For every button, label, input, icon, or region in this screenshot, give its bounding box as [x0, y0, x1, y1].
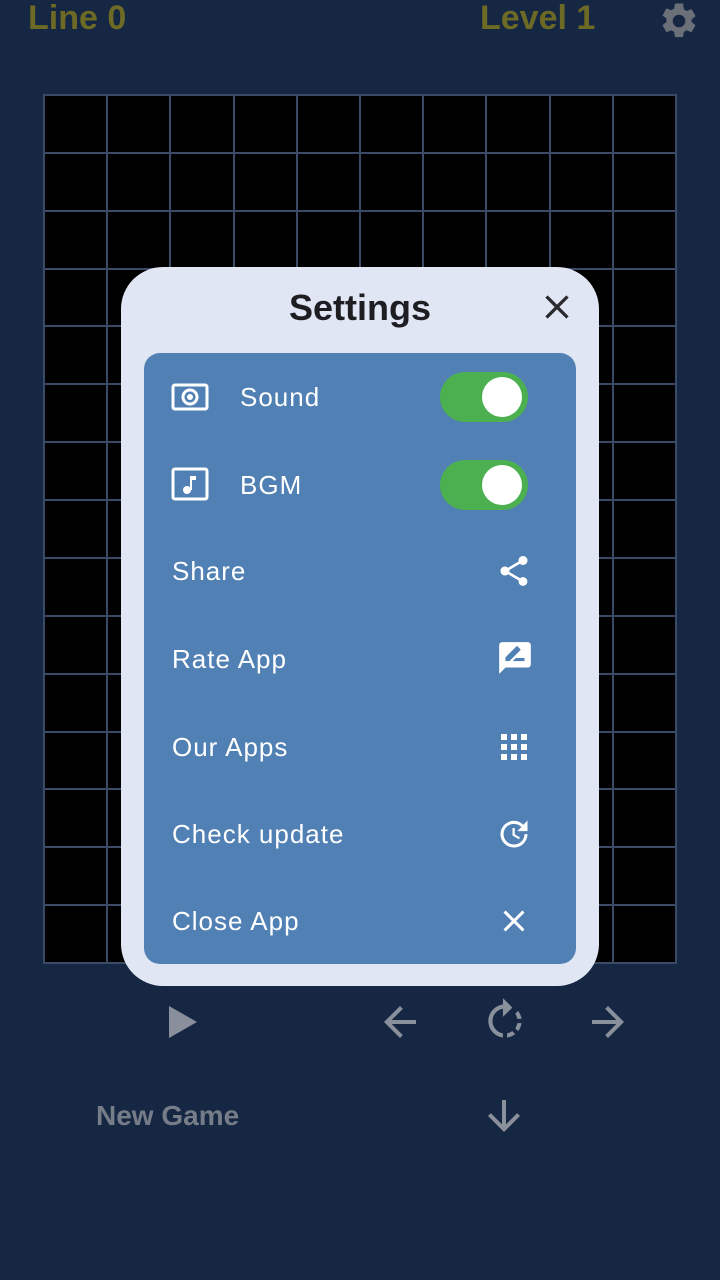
board-cell [613, 616, 675, 673]
arrow-left-icon [384, 1006, 416, 1038]
settings-item-label: Close App [172, 906, 300, 936]
board-cell [550, 211, 612, 268]
play-button[interactable] [160, 1000, 204, 1044]
settings-item-label: Rate App [172, 644, 287, 674]
board-cell [45, 96, 107, 152]
arrow-right-icon [592, 1006, 624, 1038]
board-cell [45, 558, 107, 615]
move-down-button[interactable] [480, 1092, 528, 1140]
settings-item-label: Share [172, 556, 247, 586]
board-cell [424, 211, 486, 268]
board-cell [297, 96, 359, 152]
board-cell [45, 674, 107, 731]
level-label: Level 1 [480, 0, 596, 37]
settings-item-label: Sound [240, 382, 321, 412]
music-note-icon [170, 465, 210, 510]
board-cell [45, 790, 107, 847]
settings-item-close-app[interactable]: Close App [144, 877, 576, 965]
board-cell [234, 153, 296, 210]
settings-item-rate-app[interactable]: Rate App [144, 615, 576, 703]
settings-item-bgm[interactable]: BGM [144, 441, 576, 529]
bgm-toggle[interactable] [440, 460, 528, 510]
settings-item-check-update[interactable]: Check update [144, 790, 576, 878]
board-cell [613, 732, 675, 789]
settings-item-label: Our Apps [172, 732, 289, 762]
board-cell [550, 153, 612, 210]
settings-item-our-apps[interactable]: Our Apps [144, 703, 576, 791]
board-cell [297, 153, 359, 210]
board-cell [613, 848, 675, 905]
settings-dialog: Settings Sound BGM Share Rate App Our Ap… [121, 267, 599, 986]
settings-item-sound[interactable]: Sound [144, 353, 576, 441]
board-cell [108, 96, 170, 152]
board-cell [613, 269, 675, 326]
board-cell [45, 327, 107, 384]
board-cell [613, 96, 675, 152]
board-cell [171, 153, 233, 210]
board-cell [487, 96, 549, 152]
board-cell [108, 211, 170, 268]
new-game-button[interactable]: New Game [96, 1096, 239, 1136]
board-cell [613, 674, 675, 731]
board-cell [424, 153, 486, 210]
board-cell [361, 153, 423, 210]
update-icon [496, 816, 532, 857]
toggle-knob [482, 465, 522, 505]
board-cell [45, 269, 107, 326]
board-cell [45, 732, 107, 789]
board-cell [45, 848, 107, 905]
board-cell [361, 96, 423, 152]
rate-review-icon [496, 639, 534, 682]
board-cell [613, 558, 675, 615]
board-cell [45, 211, 107, 268]
board-cell [45, 385, 107, 442]
board-cell [234, 211, 296, 268]
board-cell [297, 211, 359, 268]
dialog-close-button[interactable] [537, 287, 577, 327]
arrow-down-icon [488, 1100, 520, 1132]
board-cell [550, 96, 612, 152]
settings-item-label: Check update [172, 819, 345, 849]
board-cell [45, 906, 107, 962]
play-icon [169, 1006, 197, 1038]
toggle-knob [482, 377, 522, 417]
board-cell [613, 443, 675, 500]
speaker-icon [170, 379, 210, 420]
board-cell [613, 211, 675, 268]
settings-item-label: BGM [240, 470, 303, 500]
move-left-button[interactable] [376, 998, 424, 1046]
settings-item-share[interactable]: Share [144, 527, 576, 615]
board-cell [108, 153, 170, 210]
board-cell [45, 501, 107, 557]
rotate-button[interactable] [480, 996, 530, 1046]
board-cell [171, 211, 233, 268]
board-cell [234, 96, 296, 152]
board-cell [613, 327, 675, 384]
settings-gear-icon[interactable] [658, 0, 700, 42]
board-cell [424, 96, 486, 152]
board-cell [613, 153, 675, 210]
sound-toggle[interactable] [440, 372, 528, 422]
board-cell [45, 443, 107, 500]
board-cell [613, 501, 675, 557]
line-count-label: Line 0 [28, 0, 127, 37]
apps-grid-icon [498, 731, 530, 768]
close-icon [545, 295, 569, 319]
board-cell [45, 616, 107, 673]
board-cell [487, 153, 549, 210]
move-right-button[interactable] [584, 998, 632, 1046]
board-cell [361, 211, 423, 268]
board-cell [171, 96, 233, 152]
dialog-title: Settings [288, 287, 431, 328]
board-cell [613, 790, 675, 847]
board-cell [613, 385, 675, 442]
share-icon [496, 553, 532, 594]
board-cell [613, 906, 675, 962]
settings-list: Sound BGM Share Rate App Our Apps Check … [144, 353, 576, 964]
board-cell [487, 211, 549, 268]
rotate-icon [488, 998, 522, 1038]
close-icon [496, 903, 532, 944]
board-cell [45, 153, 107, 210]
